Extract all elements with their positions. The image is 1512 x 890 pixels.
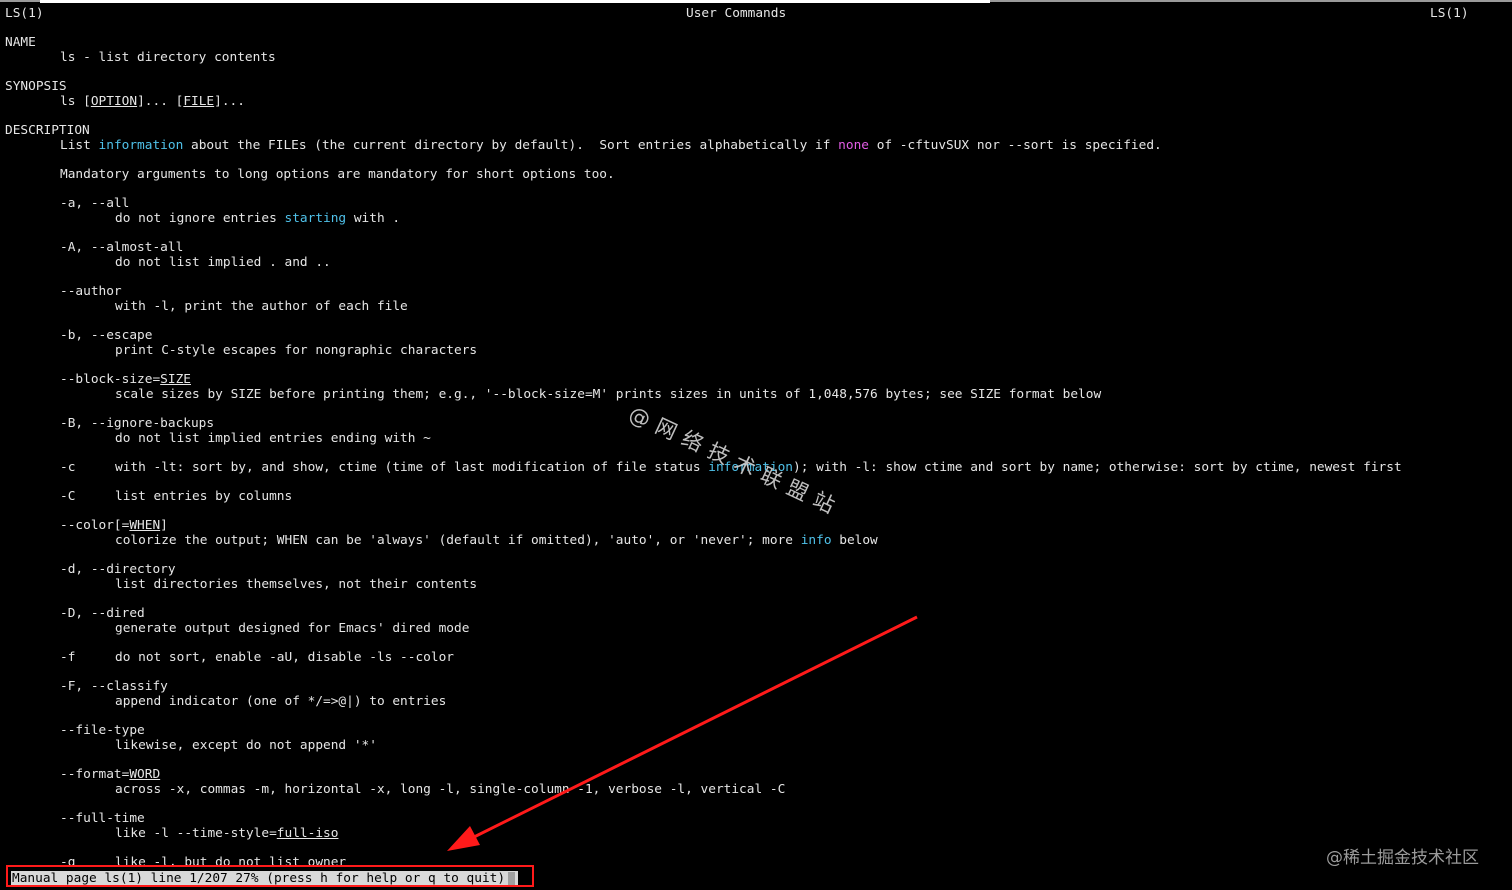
option-f-desc: do not sort, enable -aU, disable -ls --c… xyxy=(115,650,454,665)
option-file-type-desc: likewise, except do not append '*' xyxy=(115,738,377,753)
file-placeholder: FILE xyxy=(183,94,215,109)
none-highlight: none xyxy=(838,138,869,153)
header-title: User Commands xyxy=(686,6,787,21)
annotation-highlight-box xyxy=(6,865,534,887)
option-author-desc: with -l, print the author of each file xyxy=(115,299,408,314)
description-p2: Mandatory arguments to long options are … xyxy=(60,167,615,182)
option-C-desc: list entries by columns xyxy=(115,489,293,504)
name-heading: NAME xyxy=(5,35,36,50)
name-text: ls - list directory contents xyxy=(60,50,276,65)
option-block-size-desc: scale sizes by SIZE before printing them… xyxy=(115,387,1102,402)
option-f-flag: -f xyxy=(60,650,76,665)
window-top-edge xyxy=(40,0,990,3)
header-left: LS(1) xyxy=(5,6,44,21)
synopsis-heading: SYNOPSIS xyxy=(5,79,67,94)
option-color-flag: --color[=WHEN] xyxy=(60,518,168,533)
option-color-desc: colorize the output; WHEN can be 'always… xyxy=(115,533,878,548)
option-escape-desc: print C-style escapes for nongraphic cha… xyxy=(115,343,478,358)
option-directory-flag: -d, --directory xyxy=(60,562,176,577)
option-ignore-backups-flag: -B, --ignore-backups xyxy=(60,416,215,431)
option-full-time-flag: --full-time xyxy=(60,811,145,826)
option-block-size-flag: --block-size=SIZE xyxy=(60,372,191,387)
option-format-flag: --format=WORD xyxy=(60,767,161,782)
corner-watermark: @稀土掘金技术社区 xyxy=(1326,848,1479,868)
description-heading: DESCRIPTION xyxy=(5,123,90,138)
option-ignore-backups-desc: do not list implied entries ending with … xyxy=(115,431,431,446)
option-directory-desc: list directories themselves, not their c… xyxy=(115,577,478,592)
header-right: LS(1) xyxy=(1430,6,1469,21)
terminal-window[interactable]: LS(1) User Commands LS(1) NAME ls - list… xyxy=(0,0,1512,890)
synopsis-line: ls [OPTION]... [FILE]... xyxy=(60,94,245,109)
option-all-flag: -a, --all xyxy=(60,196,130,211)
option-classify-flag: -F, --classify xyxy=(60,679,168,694)
description-p1: List information about the FILEs (the cu… xyxy=(60,138,1162,153)
option-almost-all-flag: -A, --almost-all xyxy=(60,240,184,255)
option-all-desc: do not ignore entries starting with . xyxy=(115,211,401,226)
info-highlight: information xyxy=(98,138,184,153)
option-classify-desc: append indicator (one of */=>@|) to entr… xyxy=(115,694,447,709)
option-dired-flag: -D, --dired xyxy=(60,606,145,621)
option-c-flag: -c xyxy=(60,460,76,475)
option-file-type-flag: --file-type xyxy=(60,723,145,738)
option-placeholder: OPTION xyxy=(90,94,138,109)
option-almost-all-desc: do not list implied . and .. xyxy=(115,255,331,270)
option-author-flag: --author xyxy=(60,284,122,299)
option-format-desc: across -x, commas -m, horizontal -x, lon… xyxy=(115,782,786,797)
option-full-time-desc: like -l --time-style=full-iso xyxy=(115,826,339,841)
option-escape-flag: -b, --escape xyxy=(60,328,153,343)
option-g-flag: -g xyxy=(60,855,76,865)
option-C-flag: -C xyxy=(60,489,76,504)
option-g-desc: like -l, but do not list owner xyxy=(115,855,347,865)
option-dired-desc: generate output designed for Emacs' dire… xyxy=(115,621,470,636)
